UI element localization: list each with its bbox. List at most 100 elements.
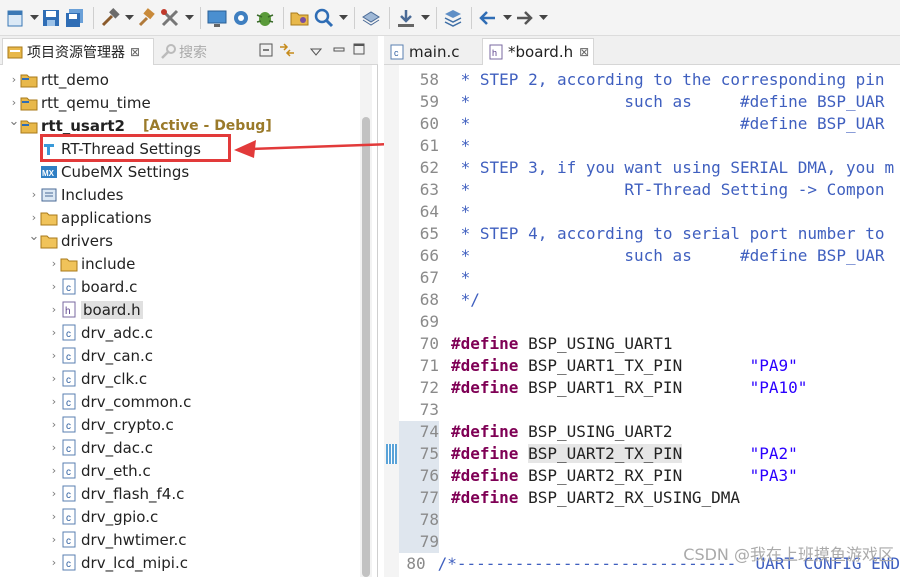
code-line[interactable]: 61 * [399, 135, 900, 157]
tree-item[interactable]: › rtt_qemu_time [0, 91, 360, 114]
chevron-down-icon[interactable] [183, 5, 195, 31]
code-line[interactable]: 64 * [399, 201, 900, 223]
expanded-chevron-icon[interactable]: ⌄ [28, 229, 40, 252]
tree-item[interactable]: › c drv_adc.c [0, 321, 360, 344]
gear-icon[interactable] [230, 5, 252, 31]
tree-item[interactable]: › rtt_demo [0, 68, 360, 91]
tree-item[interactable]: › h board.h [0, 298, 360, 321]
collapsed-chevron-icon[interactable]: › [48, 344, 60, 367]
back-arrow-icon[interactable] [477, 5, 499, 31]
monitor-icon[interactable] [206, 5, 228, 31]
code-line[interactable]: 76 #define BSP_UART2_RX_PIN "PA3" [399, 465, 900, 487]
code-line[interactable]: 71 #define BSP_UART1_TX_PIN "PA9" [399, 355, 900, 377]
expanded-chevron-icon[interactable]: ⌄ [8, 114, 20, 137]
minimize-icon[interactable] [332, 42, 346, 60]
collapse-all-icon[interactable] [258, 42, 274, 62]
tree-item[interactable]: › c drv_can.c [0, 344, 360, 367]
collapsed-chevron-icon[interactable]: › [48, 482, 60, 505]
chevron-down-icon[interactable] [123, 5, 135, 31]
chevron-down-icon[interactable] [501, 5, 513, 31]
collapsed-chevron-icon[interactable]: › [48, 275, 60, 298]
line-number: 80 [406, 554, 426, 573]
collapsed-chevron-icon[interactable]: › [48, 367, 60, 390]
collapsed-chevron-icon[interactable]: › [48, 528, 60, 551]
collapsed-chevron-icon[interactable]: › [28, 206, 40, 229]
code-line[interactable]: 67 * [399, 267, 900, 289]
view-menu-icon[interactable] [309, 44, 323, 62]
code-line[interactable]: 75 #define BSP_UART2_TX_PIN "PA2" [399, 443, 900, 465]
code-line[interactable]: 60 * #define BSP_UAR [399, 113, 900, 135]
tree-item[interactable]: ⌄ drivers [0, 229, 360, 252]
close-icon[interactable]: ⊠ [130, 45, 140, 59]
code-editor[interactable]: 58 * STEP 2, according to the correspond… [399, 65, 900, 577]
tree-item[interactable]: › c drv_clk.c [0, 367, 360, 390]
tree-item[interactable]: › c drv_eth.c [0, 459, 360, 482]
save-icon[interactable] [40, 5, 62, 31]
collapsed-chevron-icon[interactable]: › [8, 91, 20, 114]
download-icon[interactable] [395, 5, 417, 31]
tools-icon[interactable] [159, 5, 181, 31]
code-line[interactable]: 69 [399, 311, 900, 333]
build-icon[interactable] [99, 5, 121, 31]
tree-item[interactable]: › include [0, 252, 360, 275]
tree-item[interactable]: › Includes [0, 183, 360, 206]
code-line[interactable]: 70 #define BSP_USING_UART1 [399, 333, 900, 355]
search-icon[interactable] [313, 5, 335, 31]
code-line[interactable]: 72 #define BSP_UART1_RX_PIN "PA10" [399, 377, 900, 399]
open-folder-icon[interactable] [289, 5, 311, 31]
code-line[interactable]: 78 [399, 509, 900, 531]
tree-item[interactable]: › c board.c [0, 275, 360, 298]
c-file-icon: c [60, 485, 78, 503]
tab-search[interactable]: 搜索 [160, 38, 230, 65]
tab-project-explorer[interactable]: 项目资源管理器 ⊠ [2, 38, 154, 65]
layers-icon[interactable] [360, 5, 382, 31]
collapsed-chevron-icon[interactable]: › [28, 183, 40, 206]
collapsed-chevron-icon[interactable]: › [48, 505, 60, 528]
tree-item[interactable]: MX CubeMX Settings [0, 160, 360, 183]
link-editor-icon[interactable] [278, 42, 296, 62]
tree-item[interactable]: › c drv_dac.c [0, 436, 360, 459]
chevron-down-icon[interactable] [28, 5, 40, 31]
stack-icon[interactable] [442, 5, 464, 31]
collapsed-chevron-icon[interactable]: › [48, 459, 60, 482]
code-line[interactable]: 62 * STEP 3, if you want using SERIAL DM… [399, 157, 900, 179]
hammer-icon[interactable] [135, 5, 157, 31]
code-text: #define BSP_USING_UART2 [439, 421, 673, 443]
tab-main-c[interactable]: c main.c [384, 38, 478, 65]
collapsed-chevron-icon[interactable]: › [48, 436, 60, 459]
collapsed-chevron-icon[interactable]: › [48, 551, 60, 574]
code-line[interactable]: 59 * such as #define BSP_UAR [399, 91, 900, 113]
tab-board-h[interactable]: h *board.h ⊠ [482, 38, 594, 65]
new-icon[interactable] [4, 5, 26, 31]
code-line[interactable]: 73 [399, 399, 900, 421]
code-line[interactable]: 63 * RT-Thread Setting -> Compon [399, 179, 900, 201]
collapsed-chevron-icon[interactable]: › [48, 298, 60, 321]
tree-item[interactable]: › c drv_crypto.c [0, 413, 360, 436]
code-line[interactable]: 74 #define BSP_USING_UART2 [399, 421, 900, 443]
tree-item[interactable]: › c drv_flash_f4.c [0, 482, 360, 505]
tree-scrollbar-thumb[interactable] [362, 117, 370, 577]
collapsed-chevron-icon[interactable]: › [48, 321, 60, 344]
collapsed-chevron-icon[interactable]: › [48, 252, 60, 275]
chevron-down-icon[interactable] [419, 5, 431, 31]
code-line[interactable]: 68 */ [399, 289, 900, 311]
forward-arrow-icon[interactable] [513, 5, 535, 31]
tree-item[interactable]: › c drv_hwtimer.c [0, 528, 360, 551]
code-line[interactable]: 58 * STEP 2, according to the correspond… [399, 69, 900, 91]
collapsed-chevron-icon[interactable]: › [48, 413, 60, 436]
tree-item[interactable]: › c drv_lcd_mipi.c [0, 551, 360, 574]
close-icon[interactable]: ⊠ [579, 45, 589, 59]
debug-bug-icon[interactable] [254, 5, 276, 31]
code-line[interactable]: 77 #define BSP_UART2_RX_USING_DMA [399, 487, 900, 509]
chevron-down-icon[interactable] [537, 5, 549, 31]
collapsed-chevron-icon[interactable]: › [48, 390, 60, 413]
tree-item[interactable]: › c drv_common.c [0, 390, 360, 413]
tree-item[interactable]: › applications [0, 206, 360, 229]
maximize-icon[interactable] [352, 42, 366, 60]
code-line[interactable]: 65 * STEP 4, according to serial port nu… [399, 223, 900, 245]
chevron-down-icon[interactable] [337, 5, 349, 31]
collapsed-chevron-icon[interactable]: › [8, 68, 20, 91]
save-all-icon[interactable] [64, 5, 86, 31]
tree-item[interactable]: › c drv_gpio.c [0, 505, 360, 528]
code-line[interactable]: 66 * such as #define BSP_UAR [399, 245, 900, 267]
